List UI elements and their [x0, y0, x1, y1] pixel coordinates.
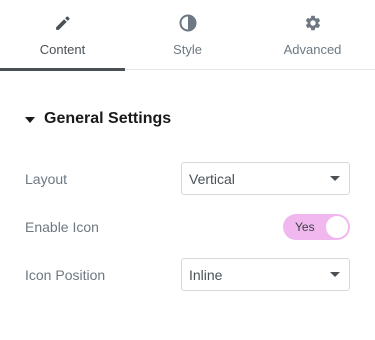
tab-style-label: Style — [173, 42, 202, 57]
chevron-down-icon — [330, 176, 340, 181]
enable-icon-toggle[interactable]: Yes — [283, 213, 350, 240]
gear-icon — [303, 13, 323, 33]
pencil-icon — [53, 13, 73, 33]
icon-position-select-value: Inline — [189, 266, 223, 283]
tab-content[interactable]: Content — [0, 0, 125, 71]
section-title: General Settings — [44, 110, 172, 127]
chevron-down-icon — [330, 272, 340, 277]
panel-tabs: Content Style Advanced — [0, 0, 375, 71]
general-settings-section-toggle[interactable]: General Settings — [25, 108, 171, 130]
layout-select[interactable]: Vertical — [181, 162, 350, 195]
half-circle-icon — [178, 13, 198, 33]
icon-position-label: Icon Position — [25, 266, 106, 283]
tab-style[interactable]: Style — [125, 0, 250, 70]
toggle-knob — [326, 215, 348, 238]
toggle-state-label: Yes — [295, 219, 315, 234]
tab-content-label: Content — [39, 42, 86, 57]
icon-position-control: Icon Position Inline — [25, 258, 350, 291]
enable-icon-control: Enable Icon Yes — [25, 210, 350, 243]
layout-control: Layout Vertical — [25, 162, 350, 195]
layout-select-value: Vertical — [189, 170, 235, 187]
caret-down-icon — [25, 116, 35, 123]
tab-advanced-label: Advanced — [283, 42, 342, 57]
layout-label: Layout — [25, 170, 68, 187]
tab-advanced[interactable]: Advanced — [250, 0, 375, 70]
icon-position-select[interactable]: Inline — [181, 258, 350, 291]
enable-icon-label: Enable Icon — [25, 218, 99, 235]
